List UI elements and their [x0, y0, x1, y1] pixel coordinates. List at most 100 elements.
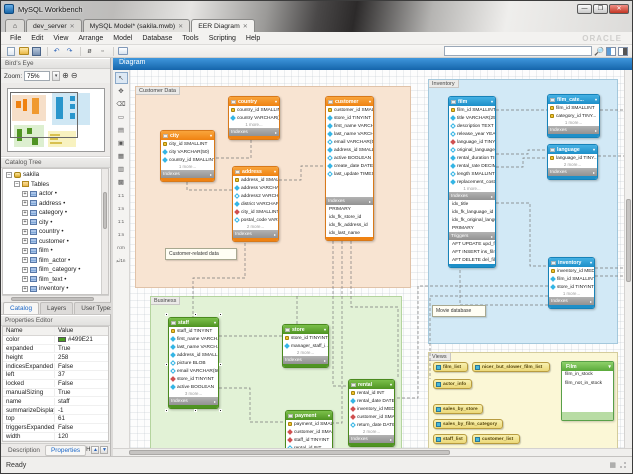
selection-handle[interactable] [165, 363, 168, 366]
tree-item-actor[interactable]: +actor • [3, 189, 101, 199]
field-rental-duration[interactable]: rental_duration TIN... [449, 154, 495, 162]
catalog-tree-hscrollbar[interactable] [2, 295, 109, 302]
field-postal-code[interactable]: postal_code VARCH... [233, 216, 278, 224]
view-sales-by-store[interactable]: sales_by_store [433, 404, 483, 414]
collapse-icon[interactable]: ▾ [274, 169, 276, 174]
section-indexes[interactable]: Indexes▸ [161, 170, 214, 178]
tree-expand-icon[interactable]: − [6, 172, 12, 178]
field-email[interactable]: email VARCHAR(50) [169, 367, 218, 375]
property-row-indicesexpanded[interactable]: indicesExpandedFalse [3, 362, 108, 371]
section-collapse-icon[interactable]: ▸ [214, 399, 216, 404]
table-address[interactable]: address▾address_id SMALLINTaddress VARCH… [232, 166, 279, 242]
field-address-id[interactable]: address_id SMALLINT [326, 146, 373, 154]
field-picture[interactable]: picture BLOB [169, 359, 218, 367]
field-inventory-id[interactable]: inventory_id MEDI... [549, 267, 594, 275]
field-staff-id[interactable]: staff_id TINYINT [169, 327, 218, 335]
section-collapse-icon[interactable]: ▸ [275, 130, 277, 135]
collapse-icon[interactable]: ▾ [369, 99, 371, 104]
property-row-name[interactable]: namestaff [3, 397, 108, 406]
field-active[interactable]: active BOOLEAN [326, 154, 373, 162]
toggle-right-sidebar-icon[interactable] [618, 47, 628, 56]
birds-eye-minimap[interactable] [7, 88, 105, 152]
tree-item-film-actor[interactable]: +film_actor • [3, 256, 101, 266]
field-store-id[interactable]: store_id TINYINT [549, 283, 594, 291]
table-header[interactable]: rental▾ [349, 380, 394, 389]
search-input[interactable] [444, 46, 592, 56]
routine-group-header[interactable]: Film▾ [562, 362, 613, 371]
table-header[interactable]: film▾ [449, 97, 495, 106]
table-header[interactable]: country▾ [229, 97, 279, 106]
tab-close-icon[interactable]: ✕ [243, 23, 248, 30]
tree-expand-icon[interactable]: + [22, 229, 28, 235]
field-category-id[interactable]: category_id TINY... [548, 112, 599, 120]
section-row[interactable]: idx_fk_store_id [326, 213, 373, 221]
menu-scripting[interactable]: Scripting [204, 34, 241, 43]
section-indexes[interactable]: Indexes▸ [283, 356, 328, 364]
field-district[interactable]: district VARCHAR(20) [233, 200, 278, 208]
tree-expand-icon[interactable]: + [22, 191, 28, 197]
section-row[interactable]: AFT UPDATE upd_film [449, 240, 495, 248]
save-model-icon[interactable] [31, 46, 42, 56]
tree-item-city[interactable]: +city • [3, 218, 101, 228]
tree-expand-icon[interactable]: + [22, 286, 28, 292]
section-indexes[interactable]: Indexes▸ [229, 128, 279, 136]
section-row[interactable]: PRIMARY [449, 224, 495, 232]
property-row-summarizedisplay[interactable]: summarizeDisplay-1 [3, 406, 108, 415]
field-rental-id[interactable]: rental_id INT [286, 444, 332, 448]
tree-item-film[interactable]: +film • [3, 246, 101, 256]
field-first-name[interactable]: first_name VARCHA... [326, 122, 373, 130]
section-collapse-icon[interactable]: ▸ [590, 299, 592, 304]
section-row[interactable]: idx_fk_language_id [449, 208, 495, 216]
field-customer-id[interactable]: customer_id SMAL... [286, 428, 332, 436]
section-collapse-icon[interactable]: ▸ [324, 358, 326, 363]
field-address-id[interactable]: address_id SMALLINT [233, 176, 278, 184]
field-country-id[interactable]: country_id SMALLINT [229, 106, 279, 114]
tab-layers[interactable]: Layers [40, 302, 73, 314]
tab-catalog[interactable]: Catalog [3, 302, 39, 314]
selection-handle[interactable] [165, 409, 168, 412]
section-collapse-icon[interactable]: ▸ [390, 437, 392, 442]
field-address-id[interactable]: address_id SMALL... [169, 351, 218, 359]
undo-icon[interactable]: ↶ [51, 46, 62, 56]
tree-expand-icon[interactable]: − [14, 181, 20, 187]
collapse-icon[interactable]: ▾ [275, 99, 277, 104]
view-tool[interactable]: ▥ [115, 163, 128, 175]
menu-arrange[interactable]: Arrange [73, 34, 108, 43]
tab-close-icon[interactable]: ✕ [70, 23, 75, 30]
table-film[interactable]: film▾film_id SMALLINTtitle VARCHAR(255)d… [448, 96, 496, 268]
menu-database[interactable]: Database [137, 34, 177, 43]
field-original-language-i[interactable]: original_language_i... [449, 146, 495, 154]
section-row[interactable]: PRIMARY [326, 205, 373, 213]
section-collapse-icon[interactable]: ▸ [369, 199, 371, 204]
field-customer-id[interactable]: customer_id SMAL... [349, 413, 394, 421]
section-indexes[interactable]: Indexes▸ [326, 197, 373, 205]
rel-1-n-tool[interactable]: 1:n [115, 202, 128, 214]
tree-item-customer[interactable]: +customer • [3, 237, 101, 247]
table-film-cate[interactable]: film_cate...▾film_id SMALLINTcategory_id… [547, 94, 600, 138]
collapse-icon[interactable]: ▾ [608, 364, 611, 370]
rel-1-1-id-tool[interactable]: 1:1 [115, 215, 128, 227]
section-row[interactable]: idx_fk_address_id [326, 221, 373, 229]
table-tool[interactable]: ▦ [115, 150, 128, 162]
collapse-icon[interactable]: ▾ [595, 97, 597, 102]
field-last-name[interactable]: last_name VARCH... [169, 343, 218, 351]
menu-tools[interactable]: Tools [177, 34, 203, 43]
tree-item-inventory[interactable]: +inventory • [3, 284, 101, 294]
show-grid-icon[interactable]: ø [84, 46, 95, 56]
menu-file[interactable]: File [5, 34, 26, 43]
menu-help[interactable]: Help [241, 34, 265, 43]
property-row-left[interactable]: left37 [3, 371, 108, 380]
property-row-triggersexpanded[interactable]: triggersExpandedFalse [3, 424, 108, 433]
field-address[interactable]: address VARCHAR(50) [233, 184, 278, 192]
section-row[interactable]: idx_title [449, 200, 495, 208]
section-indexes[interactable]: Indexes▸ [548, 126, 599, 134]
image-tool[interactable]: ▣ [115, 137, 128, 149]
field-first-name[interactable]: first_name VARCH... [169, 335, 218, 343]
tab-close-icon[interactable]: ✕ [178, 23, 183, 30]
zoom-dropdown-icon[interactable]: ▾ [52, 71, 60, 81]
collapse-icon[interactable]: ▾ [210, 133, 212, 138]
rel-1-n-id-tool[interactable]: 1:n [115, 228, 128, 240]
section-indexes[interactable]: Indexes▸ [548, 168, 597, 176]
layer-tool[interactable]: ▭ [115, 111, 128, 123]
section-collapse-icon[interactable]: ▸ [593, 170, 595, 175]
